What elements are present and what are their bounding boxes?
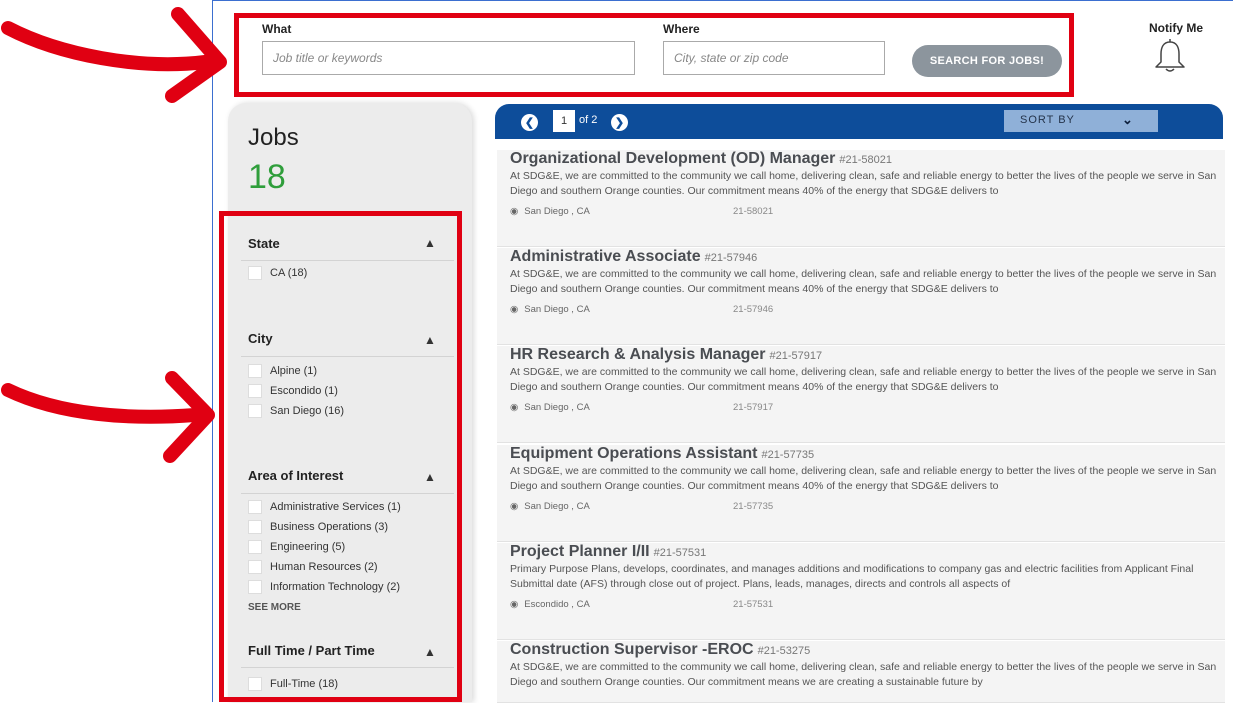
job-card[interactable]: Administrative Associate #21-57946 At SDG… [497,248,1225,345]
checkbox[interactable] [248,580,262,594]
see-more-link[interactable]: SEE MORE [248,602,301,613]
job-location: ◉ Escondido , CA [510,599,590,610]
filter-option[interactable]: Engineering (5) [248,540,345,554]
bell-icon[interactable] [1153,38,1187,74]
job-number: #21-58021 [839,154,892,166]
job-location: ◉ San Diego , CA [510,402,590,413]
filter-heading-full-time[interactable]: Full Time / Part Time [248,643,375,658]
what-input[interactable]: Job title or keywords [262,41,635,75]
checkbox[interactable] [248,404,262,418]
notify-me-label[interactable]: Notify Me [1149,21,1203,35]
map-pin-icon: ◉ [510,599,519,610]
search-button[interactable]: SEARCH FOR JOBS! [912,45,1062,77]
job-card[interactable]: HR Research & Analysis Manager #21-57917 … [497,346,1225,443]
filter-option[interactable]: San Diego (16) [248,404,344,418]
job-card[interactable]: Equipment Operations Assistant #21-57735 … [497,445,1225,542]
checkbox[interactable] [248,500,262,514]
chevron-up-icon[interactable]: ▲ [424,333,436,347]
job-location: ◉ San Diego , CA [510,206,590,217]
chevron-up-icon[interactable]: ▲ [424,470,436,484]
what-label: What [262,22,292,36]
chevron-left-icon[interactable]: ❮ [521,114,538,131]
filter-heading-city[interactable]: City [248,331,273,346]
map-pin-icon: ◉ [510,304,519,315]
filter-option[interactable]: Escondido (1) [248,384,338,398]
job-id: 21-57946 [733,304,774,315]
job-card[interactable]: Organizational Development (OD) Manager #… [497,150,1225,247]
job-number: #21-57735 [761,449,815,461]
job-description: Primary Purpose Plans, develops, coordin… [510,563,1194,590]
checkbox[interactable] [248,560,262,574]
annotation-arrow-left [1,371,215,463]
jobs-count: 18 [248,158,286,196]
job-id: 21-57917 [733,402,774,413]
checkbox[interactable] [248,364,262,378]
page-number-input[interactable]: 1 [553,110,575,132]
filter-heading-state[interactable]: State [248,236,280,251]
job-number: #21-53275 [757,645,811,657]
job-number: #21-57531 [653,547,707,559]
job-title[interactable]: Administrative Associate #21-57946 [510,248,757,266]
chevron-up-icon[interactable]: ▲ [424,645,436,659]
divider [241,493,454,494]
chevron-up-icon[interactable]: ▲ [424,236,436,250]
checkbox[interactable] [248,677,262,691]
job-title[interactable]: Construction Supervisor -EROC #21-53275 [510,641,810,659]
divider [241,667,454,668]
filter-option[interactable]: Business Operations (3) [248,520,388,534]
job-description: At SDG&E, we are committed to the commun… [510,465,1217,492]
filters-highlight-box [219,211,462,702]
filter-option[interactable]: CA (18) [248,266,307,280]
checkbox[interactable] [248,540,262,554]
filter-option[interactable]: Alpine (1) [248,364,317,378]
job-location: ◉ San Diego , CA [510,304,590,315]
job-description: At SDG&E, we are committed to the commun… [510,170,1217,197]
job-card[interactable]: Project Planner I/II #21-57531 Primary Pu… [497,543,1225,640]
filter-option[interactable]: Administrative Services (1) [248,500,401,514]
job-id: 21-57531 [733,599,774,610]
filter-heading-area-of-interest[interactable]: Area of Interest [248,468,343,483]
job-description: At SDG&E, we are committed to the commun… [510,268,1217,295]
filter-option[interactable]: Human Resources (2) [248,560,378,574]
divider [241,356,454,357]
job-card[interactable]: Construction Supervisor -EROC #21-53275 A… [497,641,1225,703]
job-description: At SDG&E, we are committed to the commun… [510,661,1217,688]
job-title[interactable]: Organizational Development (OD) Manager #… [510,150,892,168]
checkbox[interactable] [248,384,262,398]
jobs-title: Jobs [248,124,299,151]
job-id: 21-57735 [733,501,774,512]
where-input[interactable]: City, state or zip code [663,41,885,75]
chevron-down-icon: ⌄ [1122,112,1134,127]
map-pin-icon: ◉ [510,206,519,217]
job-location: ◉ San Diego , CA [510,501,590,512]
page-count: of 2 [579,114,598,126]
where-label: Where [663,22,700,36]
filter-option[interactable]: Full-Time (18) [248,677,338,691]
annotation-arrow-top [1,7,227,103]
job-number: #21-57946 [704,252,758,264]
job-title[interactable]: Project Planner I/II #21-57531 [510,543,706,561]
filter-option[interactable]: Information Technology (2) [248,580,400,594]
chevron-right-icon[interactable]: ❯ [611,114,628,131]
job-number: #21-57917 [769,350,823,362]
sort-dropdown[interactable]: SORT BY ⌄ [1004,110,1158,132]
checkbox[interactable] [248,520,262,534]
map-pin-icon: ◉ [510,402,519,413]
job-description: At SDG&E, we are committed to the commun… [510,366,1217,393]
checkbox[interactable] [248,266,262,280]
map-pin-icon: ◉ [510,501,519,512]
job-title[interactable]: Equipment Operations Assistant #21-57735 [510,445,814,463]
job-id: 21-58021 [733,206,774,217]
divider [241,260,454,261]
sort-label: SORT BY [1020,114,1075,126]
job-title[interactable]: HR Research & Analysis Manager #21-57917 [510,346,822,364]
